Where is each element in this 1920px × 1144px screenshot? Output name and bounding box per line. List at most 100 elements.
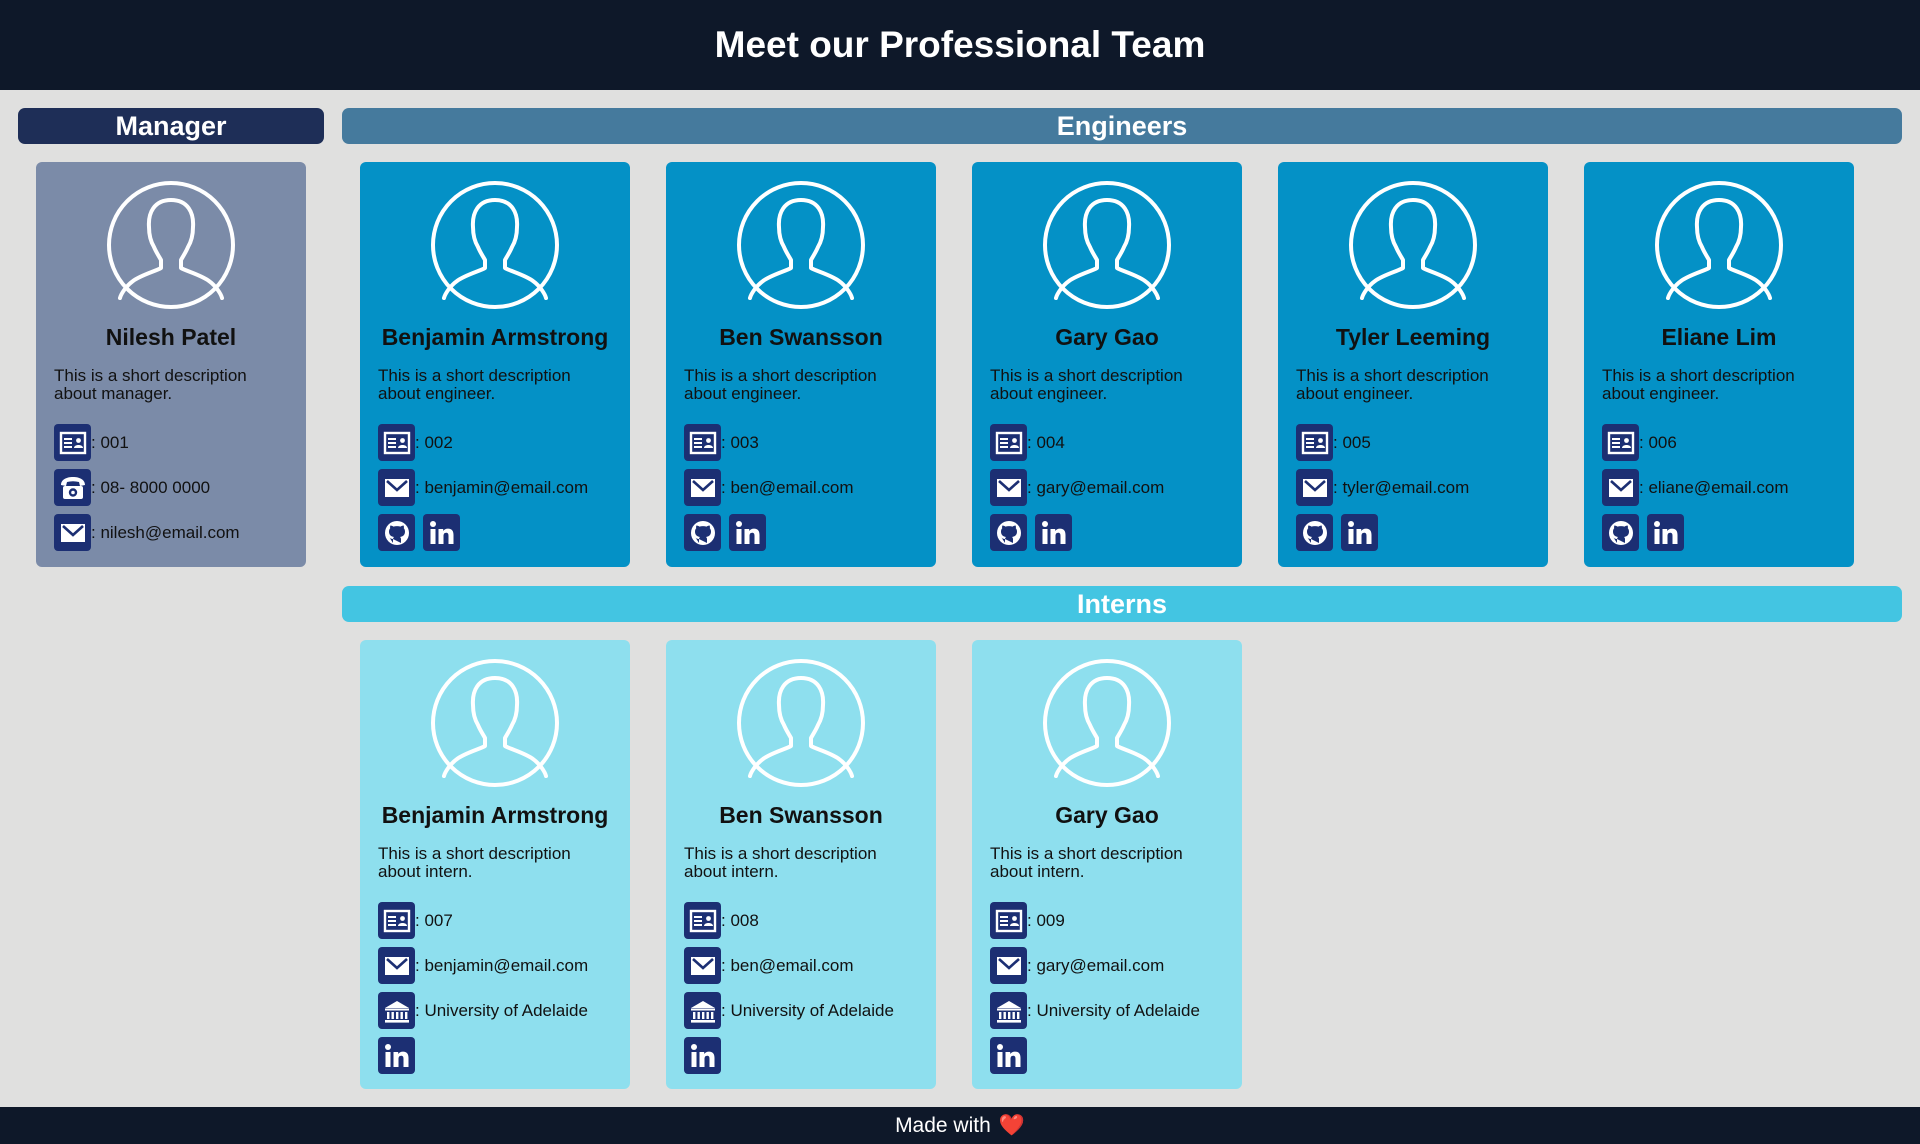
employee-id: : 006 xyxy=(1639,432,1677,452)
employee-id: : 005 xyxy=(1333,432,1371,452)
card-description: This is a short description about engine… xyxy=(684,366,877,403)
card-name: Gary Gao xyxy=(1055,802,1159,828)
avatar-icon xyxy=(736,658,866,788)
social-links xyxy=(1296,514,1548,551)
page-header: Meet our Professional Team xyxy=(0,0,1920,90)
avatar-icon xyxy=(430,180,560,310)
info-row-email: : gary@email.com xyxy=(990,469,1242,506)
social-links xyxy=(990,1037,1242,1074)
employee-id: : 009 xyxy=(1027,910,1065,930)
linkedin-icon[interactable] xyxy=(378,1037,415,1074)
card-description: This is a short description about intern… xyxy=(378,844,571,881)
info-row-id: : 004 xyxy=(990,424,1242,461)
info-list: : 002 : benjamin@email.com xyxy=(378,424,630,551)
heart-icon: ❤️ xyxy=(998,1113,1025,1137)
linkedin-icon[interactable] xyxy=(729,514,766,551)
mail-icon xyxy=(378,947,415,984)
mail-icon xyxy=(54,514,91,551)
page-title: Meet our Professional Team xyxy=(714,24,1206,65)
info-row-phone: : 08- 8000 0000 xyxy=(54,469,306,506)
manager-card: Nilesh Patel This is a short description… xyxy=(36,162,306,567)
info-row-id: : 002 xyxy=(378,424,630,461)
info-row-id: : 005 xyxy=(1296,424,1548,461)
card-name: Benjamin Armstrong xyxy=(381,802,609,828)
phone-number: : 08- 8000 0000 xyxy=(91,477,211,497)
email-link[interactable]: : ben@email.com xyxy=(721,478,854,498)
email-link[interactable]: : gary@email.com xyxy=(1027,956,1164,976)
card-name: Ben Swansson xyxy=(719,324,883,350)
linkedin-icon[interactable] xyxy=(1647,514,1684,551)
employee-id: : 002 xyxy=(415,432,453,452)
mail-icon xyxy=(378,469,415,506)
info-row-email: : tyler@email.com xyxy=(1296,469,1548,506)
card-description: This is a short description about engine… xyxy=(1602,366,1795,403)
card-description: This is a short description about intern… xyxy=(684,844,877,881)
info-row-id: : 009 xyxy=(990,902,1242,939)
mail-icon xyxy=(684,947,721,984)
info-row-id: : 007 xyxy=(378,902,630,939)
github-icon[interactable] xyxy=(378,514,415,551)
linkedin-icon[interactable] xyxy=(1035,514,1072,551)
mail-icon xyxy=(990,947,1027,984)
id-card-icon xyxy=(684,902,721,939)
engineer-card: Ben Swansson This is a short description… xyxy=(666,162,936,567)
card-name: Nilesh Patel xyxy=(105,324,237,350)
social-links xyxy=(1602,514,1854,551)
email-link[interactable]: : benjamin@email.com xyxy=(415,478,588,498)
id-card-icon xyxy=(1296,424,1333,461)
avatar-icon xyxy=(430,658,560,788)
social-links xyxy=(990,514,1242,551)
linkedin-icon[interactable] xyxy=(1341,514,1378,551)
github-icon[interactable] xyxy=(684,514,721,551)
card-name: Tyler Leeming xyxy=(1335,324,1491,350)
info-list: : 003 : ben@email.com xyxy=(684,424,936,551)
card-description: This is a short description about intern… xyxy=(990,844,1183,881)
phone-icon xyxy=(54,469,91,506)
info-list: : 008 : ben@email.com : University of Ad… xyxy=(684,902,936,1074)
id-card-icon xyxy=(1602,424,1639,461)
linkedin-icon[interactable] xyxy=(684,1037,721,1074)
github-icon[interactable] xyxy=(1602,514,1639,551)
info-row-email: : benjamin@email.com xyxy=(378,469,630,506)
github-icon[interactable] xyxy=(990,514,1027,551)
employee-id: : 003 xyxy=(721,432,759,452)
info-row-school: : University of Adelaide xyxy=(378,992,630,1029)
intern-card: Benjamin Armstrong This is a short descr… xyxy=(360,640,630,1089)
linkedin-icon[interactable] xyxy=(990,1037,1027,1074)
mail-icon xyxy=(990,469,1027,506)
section-bar-interns: Interns xyxy=(342,586,1902,622)
avatar-icon xyxy=(1348,180,1478,310)
social-links xyxy=(378,514,630,551)
info-row-email: : ben@email.com xyxy=(684,469,936,506)
card-name: Gary Gao xyxy=(1055,324,1159,350)
mail-icon xyxy=(1602,469,1639,506)
section-title: Manager xyxy=(115,110,227,141)
info-list: : 004 : gary@email.com xyxy=(990,424,1242,551)
id-card-icon xyxy=(378,424,415,461)
info-row-email: : eliane@email.com xyxy=(1602,469,1854,506)
info-list: : 006 : eliane@email.com xyxy=(1602,424,1854,551)
card-name: Eliane Lim xyxy=(1661,324,1777,350)
social-links xyxy=(378,1037,630,1074)
email-link[interactable]: : tyler@email.com xyxy=(1333,478,1469,498)
engineer-card: Benjamin Armstrong This is a short descr… xyxy=(360,162,630,567)
engineer-card: Eliane Lim This is a short description a… xyxy=(1584,162,1854,567)
github-icon[interactable] xyxy=(1296,514,1333,551)
email-link[interactable]: : nilesh@email.com xyxy=(91,523,240,543)
id-card-icon xyxy=(378,902,415,939)
info-list: : 007 : benjamin@email.com : University … xyxy=(378,902,630,1074)
email-link[interactable]: : gary@email.com xyxy=(1027,478,1164,498)
mail-icon xyxy=(684,469,721,506)
info-row-id: : 001 xyxy=(54,424,306,461)
social-links xyxy=(684,1037,936,1074)
info-row-school: : University of Adelaide xyxy=(990,992,1242,1029)
info-list: : 009 : gary@email.com : University of A… xyxy=(990,902,1242,1074)
page-footer: Made with ❤️ xyxy=(0,1107,1920,1144)
email-link[interactable]: : ben@email.com xyxy=(721,956,854,976)
linkedin-icon[interactable] xyxy=(423,514,460,551)
info-row-id: : 008 xyxy=(684,902,936,939)
email-link[interactable]: : benjamin@email.com xyxy=(415,956,588,976)
employee-id: : 007 xyxy=(415,910,453,930)
mail-icon xyxy=(1296,469,1333,506)
email-link[interactable]: : eliane@email.com xyxy=(1639,478,1789,498)
